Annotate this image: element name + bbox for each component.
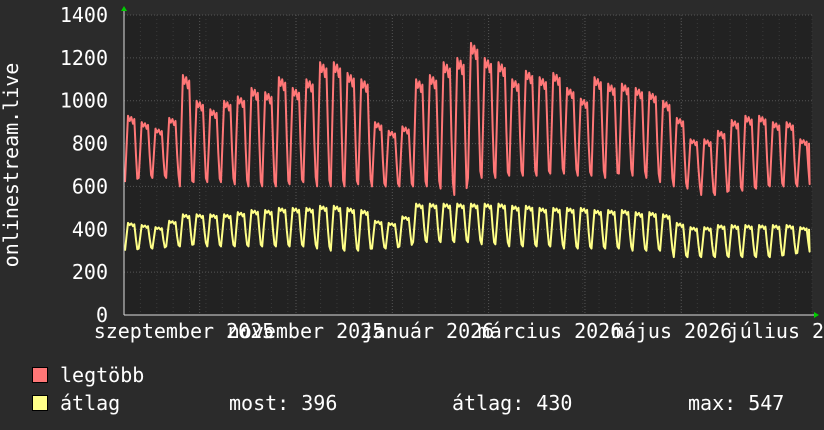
- y-tick-label: 800: [72, 132, 108, 156]
- legend-swatch-max: [32, 367, 48, 383]
- x-tick-label: március 2026: [478, 319, 623, 343]
- legend-item-max: legtöbb: [32, 362, 144, 388]
- legend-label-avg: átlag: [60, 391, 121, 415]
- legend-item-avg: átlag: [32, 390, 120, 416]
- legend-label-max: legtöbb: [60, 363, 145, 387]
- y-tick-label: 400: [72, 217, 108, 241]
- x-tick-label: január 2026: [362, 319, 494, 343]
- y-tick-label: 1400: [60, 3, 108, 27]
- stat-current: most: 396: [229, 391, 338, 415]
- x-tick-labels: szeptember 2025november 2025január 2026m…: [94, 319, 824, 343]
- x-axis-arrow-icon: [814, 312, 819, 318]
- y-tick-labels: 0200400600800100012001400: [60, 3, 108, 327]
- y-tick-label: 1200: [60, 46, 108, 70]
- y-axis-arrow-icon: [121, 6, 127, 11]
- y-tick-label: 600: [72, 174, 108, 198]
- legend-swatch-avg: [32, 395, 48, 411]
- stat-average: átlag: 430: [452, 391, 573, 415]
- y-tick-label: 200: [72, 260, 108, 284]
- x-tick-label: május 2026: [612, 319, 732, 343]
- y-tick-label: 1000: [60, 89, 108, 113]
- stat-max: max: 547: [688, 391, 785, 415]
- x-tick-label: július 2026: [728, 319, 824, 343]
- y-axis-label: onlinestream.live: [0, 63, 23, 268]
